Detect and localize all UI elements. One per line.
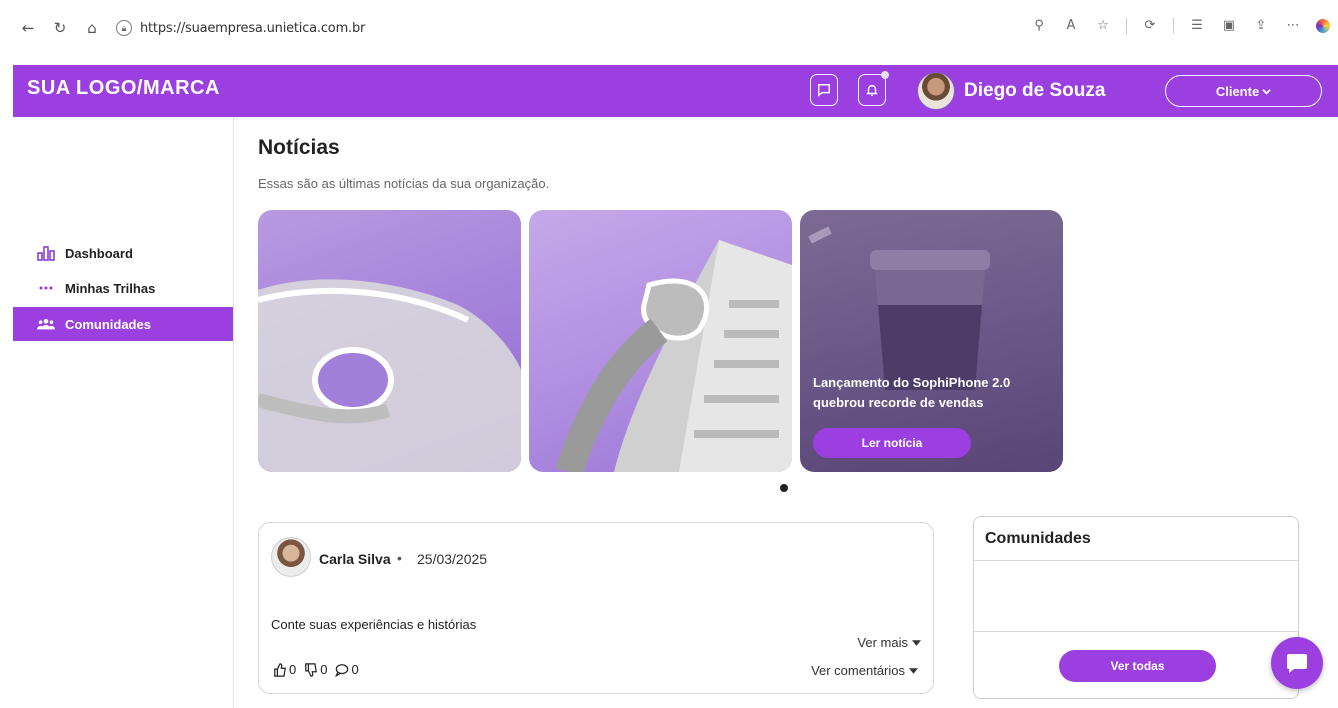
- communities-title: Comunidades: [985, 530, 1091, 547]
- extensions-icon[interactable]: ⟳: [1141, 16, 1159, 36]
- dots-icon: [37, 279, 55, 297]
- post-separator: •: [397, 550, 402, 566]
- page-subtitle: Essas são as últimas notícias da sua org…: [258, 176, 550, 191]
- user-name[interactable]: Diego de Souza: [964, 80, 1105, 102]
- chat-bubble-icon: [1287, 654, 1307, 673]
- see-more-label: Ver mais: [857, 635, 908, 650]
- chat-icon: [818, 84, 830, 97]
- post-actions: 0 0 0: [273, 662, 359, 677]
- news-title: Lançamento do SophiPhone 2.0 quebrou rec…: [813, 375, 1011, 410]
- post-author[interactable]: Carla Silva: [319, 551, 391, 567]
- news-image: [555, 240, 792, 472]
- back-icon[interactable]: ←: [18, 18, 38, 38]
- sidebar-item-label: Comunidades: [65, 316, 151, 332]
- notifications-button[interactable]: [858, 71, 889, 106]
- collections-icon[interactable]: ▣: [1220, 16, 1238, 36]
- caret-down-icon: [912, 639, 921, 646]
- comment-button[interactable]: 0: [335, 662, 359, 677]
- share-icon[interactable]: ⇪: [1252, 16, 1270, 36]
- see-more-button[interactable]: Ver mais: [857, 635, 921, 650]
- see-all-button[interactable]: Ver todas: [1059, 650, 1216, 682]
- sidebar-item-label: Dashboard: [65, 245, 133, 261]
- chat-button[interactable]: [1271, 637, 1323, 689]
- thumbs-down-icon: [305, 662, 318, 677]
- thumbs-up-icon: [274, 662, 286, 677]
- avatar[interactable]: [271, 537, 311, 577]
- read-news-button[interactable]: Ler notícia: [813, 428, 971, 458]
- more-icon[interactable]: ⋯: [1284, 16, 1302, 36]
- sidebar-item-comunidades[interactable]: Comunidades: [13, 307, 233, 341]
- news-card[interactable]: [529, 210, 792, 472]
- divider: [1173, 18, 1174, 34]
- refresh-icon[interactable]: ↻: [50, 18, 70, 38]
- browser-actions: ⚲ A ☆ ⟳ ☰ ▣ ⇪ ⋯: [1030, 16, 1330, 36]
- browser-toolbar: ← ↻ ⌂ 🔒︎ https://suaempresa.unietica.com…: [0, 0, 1338, 58]
- role-dropdown[interactable]: Cliente: [1165, 75, 1322, 107]
- role-label: Cliente: [1215, 83, 1260, 99]
- sidebar-item-dashboard[interactable]: Dashboard: [13, 236, 233, 270]
- notification-badge: [881, 71, 889, 79]
- see-comments-label: Ver comentários: [811, 663, 905, 678]
- lock-icon: 🔒︎: [116, 20, 132, 36]
- home-icon[interactable]: ⌂: [82, 18, 102, 38]
- comment-icon: [335, 663, 349, 677]
- divider: [1126, 18, 1127, 34]
- address-bar[interactable]: 🔒︎ https://suaempresa.unietica.com.br: [110, 16, 1040, 40]
- sidebar-item-minhas-trilhas[interactable]: Minhas Trilhas: [13, 271, 233, 305]
- brand-logo[interactable]: SUA LOGO/MARCA: [27, 77, 220, 100]
- bell-icon: [865, 84, 879, 96]
- favorites-list-icon[interactable]: ☰: [1188, 16, 1206, 36]
- comment-count: 0: [351, 662, 359, 677]
- dislike-button[interactable]: 0: [304, 662, 327, 677]
- dislike-count: 0: [320, 662, 328, 677]
- favorite-icon[interactable]: ☆: [1094, 16, 1112, 36]
- chevron-down-icon: [1262, 88, 1271, 95]
- app-header: SUA LOGO/MARCA Diego de Souza Cliente: [13, 65, 1338, 117]
- caret-down-icon: [909, 667, 918, 674]
- post-text: Conte suas experiências e histórias: [271, 617, 477, 632]
- chart-icon: [37, 244, 55, 262]
- like-button[interactable]: 0: [273, 662, 296, 677]
- avatar[interactable]: [917, 72, 955, 110]
- like-count: 0: [289, 662, 297, 677]
- divider: [974, 631, 1298, 632]
- copilot-icon[interactable]: [1316, 19, 1330, 33]
- messages-button[interactable]: [810, 74, 838, 106]
- carousel-indicator[interactable]: [780, 484, 788, 492]
- news-image: [258, 279, 521, 472]
- communities-card: Comunidades Ver todas: [973, 516, 1299, 699]
- news-card[interactable]: [258, 210, 521, 472]
- url-text: https://suaempresa.unietica.com.br: [140, 20, 366, 36]
- post-card: Carla Silva • 25/03/2025 Conte suas expe…: [258, 522, 934, 694]
- read-aloud-icon[interactable]: A: [1062, 16, 1080, 36]
- news-card[interactable]: Lançamento do SophiPhone 2.0 quebrou rec…: [800, 210, 1063, 472]
- page-title: Notícias: [258, 136, 340, 159]
- sidebar: Dashboard Minhas Trilhas Comunidades: [13, 117, 234, 708]
- people-icon: [37, 315, 55, 333]
- sidebar-item-label: Minhas Trilhas: [65, 280, 156, 296]
- post-date: 25/03/2025: [417, 551, 488, 567]
- key-icon[interactable]: ⚲: [1030, 16, 1048, 36]
- divider: [974, 560, 1298, 561]
- see-comments-button[interactable]: Ver comentários: [811, 663, 918, 678]
